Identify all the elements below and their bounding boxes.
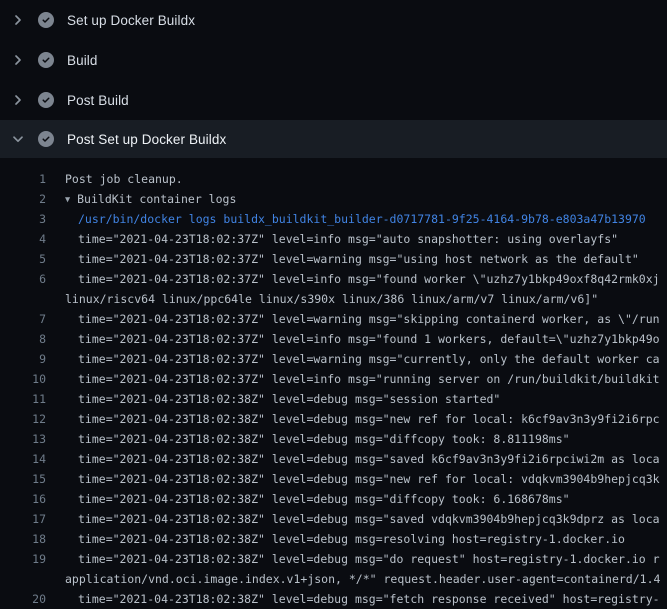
log-line: 17 time="2021-04-23T18:02:38Z" level=debu… [0, 509, 667, 529]
log-line-number[interactable]: 10 [0, 369, 46, 389]
log-line: 8 time="2021-04-23T18:02:37Z" level=info … [0, 329, 667, 349]
log-line: 6 time="2021-04-23T18:02:37Z" level=info … [0, 269, 667, 289]
log-line-number[interactable]: 8 [0, 329, 46, 349]
log-text: time="2021-04-23T18:02:37Z" level=info m… [78, 369, 667, 389]
log-line-number[interactable]: 16 [0, 489, 46, 509]
log-line-number[interactable]: 6 [0, 269, 46, 289]
step-row-post-build[interactable]: Post Build [0, 80, 667, 120]
log-text: time="2021-04-23T18:02:38Z" level=debug … [78, 589, 667, 609]
log-line: 16 time="2021-04-23T18:02:38Z" level=debu… [0, 489, 667, 509]
log-group-header: ▼ BuildKit container logs [65, 189, 667, 209]
step-row-set-up-docker-buildx[interactable]: Set up Docker Buildx [0, 0, 667, 40]
chevron-right-icon[interactable] [10, 52, 26, 68]
log-line-number[interactable]: 9 [0, 349, 46, 369]
log-line: 3/usr/bin/docker logs buildx_buildkit_bu… [0, 209, 667, 229]
log-line-number[interactable]: 20 [0, 589, 46, 609]
log-text: time="2021-04-23T18:02:38Z" level=debug … [78, 429, 667, 449]
log-line-number[interactable]: 13 [0, 429, 46, 449]
log-text: time="2021-04-23T18:02:38Z" level=debug … [78, 449, 667, 469]
log-text: time="2021-04-23T18:02:38Z" level=debug … [78, 409, 667, 429]
log-line-number [0, 289, 46, 309]
log-text: Post job cleanup. [65, 169, 667, 189]
step-label: Post Build [67, 93, 129, 108]
log-text: time="2021-04-23T18:02:38Z" level=debug … [78, 389, 667, 409]
check-circle-icon [38, 92, 54, 108]
log-line: 13 time="2021-04-23T18:02:38Z" level=debu… [0, 429, 667, 449]
log-line-number[interactable]: 12 [0, 409, 46, 429]
log-line: 19 time="2021-04-23T18:02:38Z" level=debu… [0, 549, 667, 569]
log-line: 5 time="2021-04-23T18:02:37Z" level=warni… [0, 249, 667, 269]
log-text: time="2021-04-23T18:02:37Z" level=info m… [78, 329, 667, 349]
step-label: Post Set up Docker Buildx [67, 132, 226, 147]
log-line-number[interactable]: 4 [0, 229, 46, 249]
step-row-post-set-up-docker-buildx[interactable]: Post Set up Docker Buildx [0, 120, 667, 158]
chevron-right-icon[interactable] [10, 92, 26, 108]
check-circle-icon [38, 52, 54, 68]
log-line: 10 time="2021-04-23T18:02:37Z" level=info… [0, 369, 667, 389]
step-label: Build [67, 53, 98, 68]
actions-log-viewer: Set up Docker Buildx Build Post Build Post … [0, 0, 667, 609]
log-text: time="2021-04-23T18:02:37Z" level=warnin… [78, 309, 667, 329]
log-line: 18 time="2021-04-23T18:02:38Z" level=debu… [0, 529, 667, 549]
chevron-down-icon[interactable] [10, 131, 26, 147]
log-line: 15 time="2021-04-23T18:02:38Z" level=debu… [0, 469, 667, 489]
log-text: time="2021-04-23T18:02:38Z" level=debug … [78, 509, 667, 529]
log-line-number[interactable]: 14 [0, 449, 46, 469]
log-area: 1 Post job cleanup. 2 ▼ BuildKit container l… [0, 158, 667, 609]
log-text: time="2021-04-23T18:02:38Z" level=debug … [78, 549, 667, 569]
log-line-number[interactable]: 15 [0, 469, 46, 489]
log-line-number[interactable]: 17 [0, 509, 46, 529]
log-text: time="2021-04-23T18:02:37Z" level=info m… [78, 229, 667, 249]
log-line-number [0, 569, 46, 589]
check-circle-icon [38, 12, 54, 28]
log-text: application/vnd.oci.image.index.v1+json,… [65, 569, 667, 589]
log-group-label[interactable]: BuildKit container logs [77, 192, 236, 206]
log-line: 12 time="2021-04-23T18:02:38Z" level=debu… [0, 409, 667, 429]
log-line: 4 time="2021-04-23T18:02:37Z" level=info … [0, 229, 667, 249]
chevron-right-icon[interactable] [10, 12, 26, 28]
step-row-build[interactable]: Build [0, 40, 667, 80]
log-text: time="2021-04-23T18:02:37Z" level=warnin… [78, 249, 667, 269]
log-line: 11 time="2021-04-23T18:02:38Z" level=debu… [0, 389, 667, 409]
log-text: time="2021-04-23T18:02:38Z" level=debug … [78, 529, 667, 549]
check-circle-icon [38, 131, 54, 147]
log-line: 2 ▼ BuildKit container logs [0, 189, 667, 209]
log-text: time="2021-04-23T18:02:38Z" level=debug … [78, 489, 667, 509]
log-line-number[interactable]: 1 [0, 169, 46, 189]
log-text: time="2021-04-23T18:02:37Z" level=info m… [78, 269, 667, 289]
log-line-number[interactable]: 7 [0, 309, 46, 329]
log-line: 7 time="2021-04-23T18:02:37Z" level=warni… [0, 309, 667, 329]
group-collapse-triangle-icon[interactable]: ▼ [65, 190, 70, 209]
log-command-text: /usr/bin/docker logs buildx_buildkit_bui… [78, 209, 667, 229]
log-text: time="2021-04-23T18:02:38Z" level=debug … [78, 469, 667, 489]
log-line-number[interactable]: 19 [0, 549, 46, 569]
log-text: linux/riscv64 linux/ppc64le linux/s390x … [65, 289, 667, 309]
log-line: 20 time="2021-04-23T18:02:38Z" level=debu… [0, 589, 667, 609]
steps-list: Set up Docker Buildx Build Post Build Post … [0, 0, 667, 158]
log-line: 9 time="2021-04-23T18:02:37Z" level=warni… [0, 349, 667, 369]
log-line-number[interactable]: 11 [0, 389, 46, 409]
step-label: Set up Docker Buildx [67, 13, 195, 28]
log-line-number[interactable]: 3 [0, 209, 46, 229]
log-line-continuation: linux/riscv64 linux/ppc64le linux/s390x … [0, 289, 667, 309]
log-line-number[interactable]: 5 [0, 249, 46, 269]
log-line-continuation: application/vnd.oci.image.index.v1+json,… [0, 569, 667, 589]
log-line: 14 time="2021-04-23T18:02:38Z" level=debu… [0, 449, 667, 469]
log-line-number[interactable]: 2 [0, 189, 46, 209]
log-line: 1 Post job cleanup. [0, 169, 667, 189]
log-line-number[interactable]: 18 [0, 529, 46, 549]
log-text: time="2021-04-23T18:02:37Z" level=warnin… [78, 349, 667, 369]
